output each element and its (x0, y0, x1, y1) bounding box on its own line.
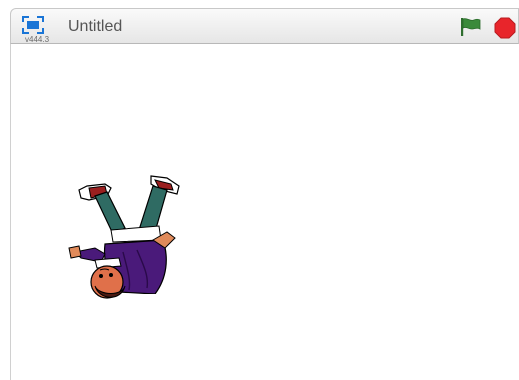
sprite-head (90, 257, 126, 299)
green-flag-icon (461, 18, 481, 36)
project-player: v444.3 Untitled (0, 0, 519, 380)
version-label: v444.3 (25, 35, 50, 44)
stop-button[interactable] (494, 17, 516, 39)
stage[interactable] (10, 44, 519, 380)
fullscreen-button[interactable] (22, 16, 44, 34)
fullscreen-icon (22, 16, 44, 34)
player-header: v444.3 Untitled (10, 8, 519, 44)
project-title: Untitled (68, 18, 123, 35)
green-flag-button[interactable] (459, 16, 483, 38)
stop-sign-icon (494, 17, 516, 39)
